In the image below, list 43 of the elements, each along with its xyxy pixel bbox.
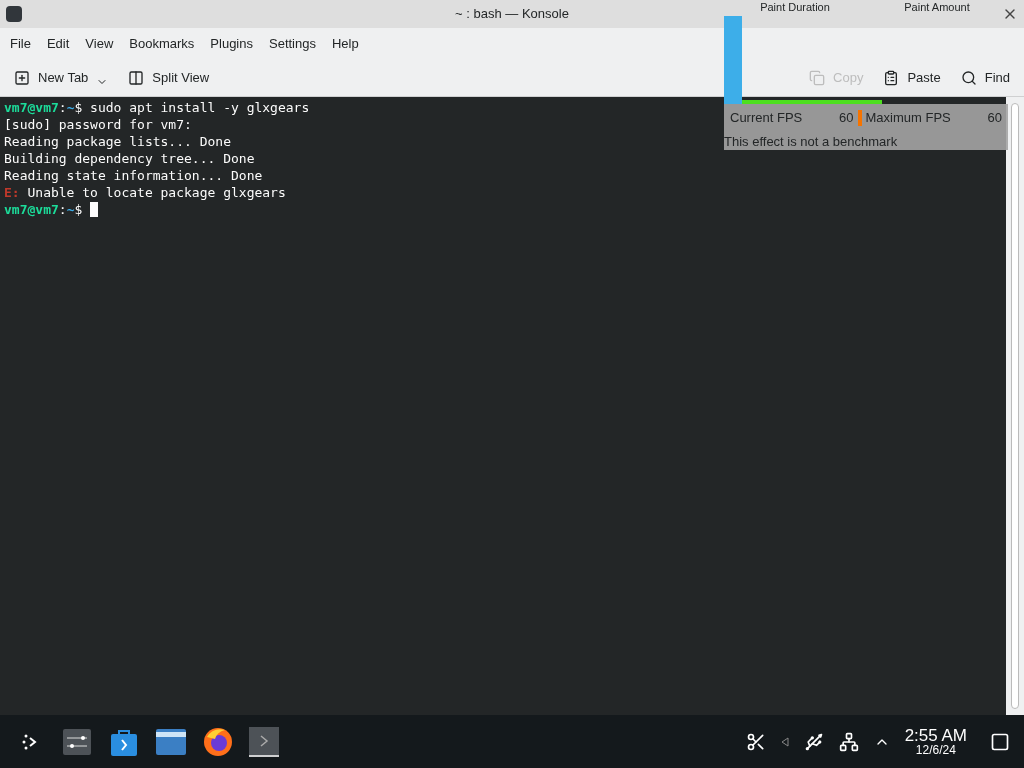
terminal-line: Reading package lists... Done <box>4 133 231 150</box>
terminal-line: vm7@vm7:~$ sudo apt install -y glxgears <box>4 99 310 116</box>
clipboard-icon <box>883 70 900 86</box>
fps-value: 60 <box>839 109 854 127</box>
menu-item[interactable]: Help <box>323 34 367 54</box>
new-tab-button[interactable]: New Tab <box>6 64 117 92</box>
clock[interactable]: 2:55 AM 12/6/24 <box>904 727 967 756</box>
copy-icon <box>809 70 826 86</box>
terminal-line: [sudo] password for vm7: <box>4 116 192 133</box>
menu-item[interactable]: File <box>2 34 39 54</box>
network-icon[interactable] <box>838 731 859 752</box>
find-button[interactable]: Find <box>952 64 1018 92</box>
fps-label: Maximum FPS <box>865 109 951 127</box>
terminal-line: vm7@vm7:~$ <box>4 201 99 218</box>
fps-value: 60 <box>987 109 1002 127</box>
menu-item[interactable]: Settings <box>261 34 324 54</box>
split-view-icon <box>128 70 145 86</box>
terminal-app-icon <box>6 6 22 22</box>
search-icon <box>960 70 977 86</box>
volume-icon[interactable] <box>780 736 789 747</box>
clock-time: 2:55 AM <box>904 727 967 744</box>
graph-header: Paint Duration <box>759 0 831 14</box>
fps-label: Current FPS <box>730 109 803 127</box>
clock-date: 12/6/24 <box>915 744 956 756</box>
terminal-line: Building dependency tree... Done <box>4 150 255 167</box>
terminal-line: Reading state information... Done <box>4 167 263 184</box>
scissors-icon[interactable] <box>745 731 766 752</box>
window-title: ~ : bash — Konsole <box>455 5 569 24</box>
menu-item[interactable]: View <box>77 34 122 54</box>
graph-header: Paint Amount <box>903 0 971 14</box>
menu-item[interactable]: Bookmarks <box>121 34 203 54</box>
browser-icon[interactable] <box>202 725 234 758</box>
new-tab-icon <box>14 70 30 86</box>
menu-item[interactable]: Plugins <box>202 34 261 54</box>
show-desktop-icon[interactable] <box>990 731 1010 752</box>
benchmark-note: This effect is not a benchmark <box>724 132 899 151</box>
terminal-line: E: Unable to locate package glxgears <box>4 184 286 201</box>
split-button[interactable]: Split View <box>120 64 218 92</box>
paste-button[interactable]: Paste <box>875 64 949 92</box>
scrollbar[interactable] <box>1006 97 1024 715</box>
usb-icon[interactable] <box>803 731 824 752</box>
terminal-task-icon[interactable] <box>249 726 279 757</box>
menu-item[interactable]: Edit <box>38 34 78 54</box>
